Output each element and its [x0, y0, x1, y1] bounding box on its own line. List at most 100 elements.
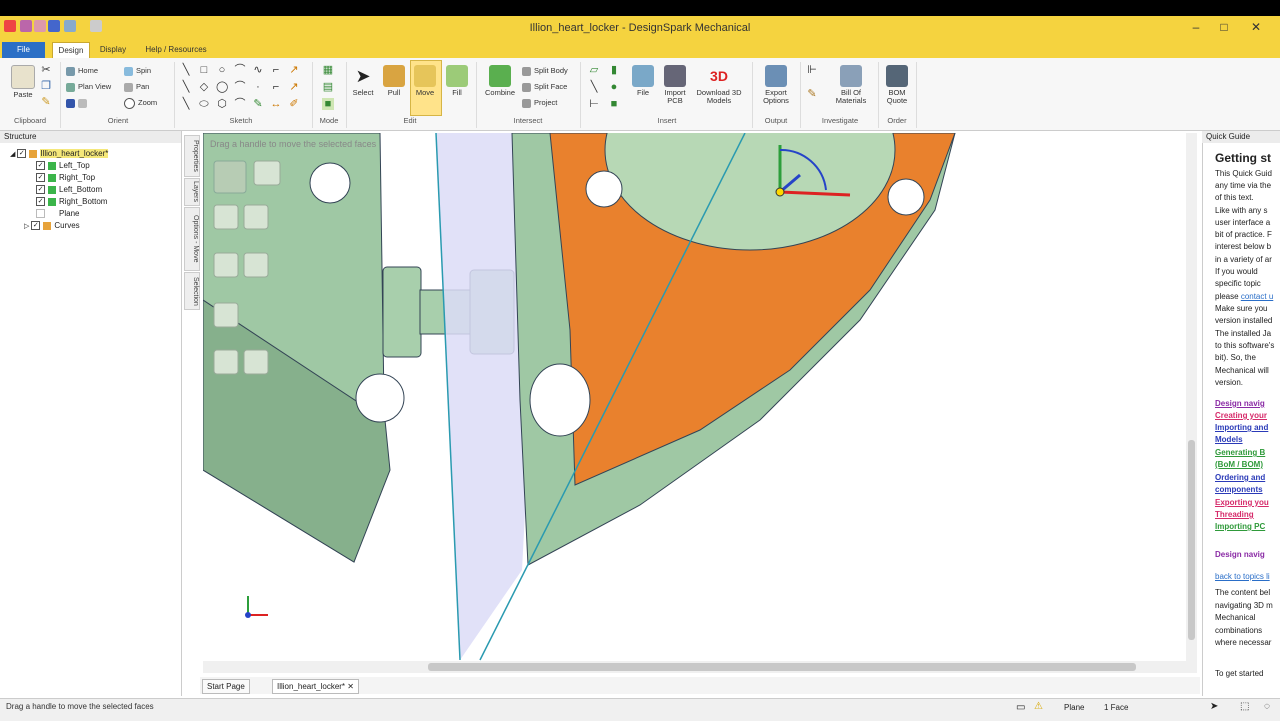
- link-bom[interactable]: (BoM / BOM): [1215, 459, 1263, 471]
- save-icon[interactable]: [48, 20, 60, 32]
- ruler-tool-icon[interactable]: [243, 204, 269, 230]
- ellipse-tool-icon[interactable]: ⬭: [198, 98, 210, 110]
- doc-tab-start-page[interactable]: Start Page: [202, 679, 250, 694]
- plane-insert-icon[interactable]: ▱: [588, 64, 600, 76]
- pull-button[interactable]: Pull: [379, 63, 409, 113]
- arc-tool-icon[interactable]: ⌒: [234, 64, 246, 76]
- lasso-select-icon[interactable]: ◌: [1264, 701, 1270, 712]
- line-tool-icon[interactable]: ╲: [180, 64, 192, 76]
- circle-tool-icon[interactable]: ○: [216, 64, 228, 76]
- checkbox-right-bottom[interactable]: ✓: [36, 197, 45, 207]
- link-importing-pcb[interactable]: Importing PC: [1215, 521, 1265, 533]
- tree-item-right-top[interactable]: ✓ Right_Top: [36, 172, 95, 184]
- pin-head-left[interactable]: [382, 266, 422, 358]
- side-tab-options-move[interactable]: Options - Move: [184, 207, 200, 271]
- selection-mode-icon[interactable]: ➤: [1210, 701, 1218, 712]
- sphere-insert-icon[interactable]: ●: [608, 81, 620, 93]
- box-insert-icon[interactable]: ■: [608, 98, 620, 110]
- three-point-circle-icon[interactable]: ◯: [216, 81, 228, 93]
- bom-quote-button[interactable]: BOM Quote: [880, 63, 914, 113]
- spin-button[interactable]: Spin: [124, 65, 151, 77]
- zoom-button[interactable]: Zoom: [124, 97, 157, 109]
- tab-design[interactable]: Design: [52, 42, 90, 59]
- 3d-mode-icon[interactable]: ■: [322, 98, 334, 110]
- home-button[interactable]: Home: [66, 65, 98, 77]
- up-to-tool-icon[interactable]: [213, 252, 239, 278]
- view-cube-button[interactable]: [66, 97, 90, 109]
- axis-insert-icon[interactable]: ╲: [588, 81, 600, 93]
- 3d-viewport[interactable]: [203, 133, 1185, 661]
- tree-item-left-bottom[interactable]: ✓ Left_Bottom: [36, 184, 102, 196]
- bend-tool-icon[interactable]: ↗: [288, 81, 300, 93]
- tree-item-right-bottom[interactable]: ✓ Right_Bottom: [36, 196, 107, 208]
- origin-insert-icon[interactable]: ⊢: [588, 98, 600, 110]
- tree-item-plane[interactable]: Plane: [36, 208, 79, 220]
- tree-root-checkbox[interactable]: ✓: [17, 149, 27, 159]
- insert-file-button[interactable]: File: [628, 63, 658, 113]
- side-tab-properties[interactable]: Properties: [184, 135, 200, 177]
- horizontal-scrollbar-thumb[interactable]: [428, 663, 1136, 671]
- select-tool-icon[interactable]: [213, 160, 247, 194]
- link-components[interactable]: components: [1215, 484, 1263, 496]
- format-painter-icon[interactable]: ✎: [40, 96, 52, 108]
- trim-tool-icon[interactable]: ↗: [288, 64, 300, 76]
- plan-view-button[interactable]: Plan View: [66, 81, 111, 93]
- link-models[interactable]: Models: [1215, 434, 1243, 446]
- checkbox-curves[interactable]: ✓: [31, 221, 41, 231]
- link-generating-bom[interactable]: Generating B: [1215, 447, 1265, 459]
- tab-help-resources[interactable]: Help / Resources: [140, 42, 212, 58]
- sweep-arc-icon[interactable]: ⌒: [234, 98, 246, 110]
- checkbox-left-top[interactable]: ✓: [36, 161, 45, 171]
- tab-file[interactable]: File: [2, 42, 45, 58]
- close-tab-icon[interactable]: ✕: [347, 682, 354, 691]
- cylinder-insert-icon[interactable]: ▮: [608, 64, 620, 76]
- box-select-icon[interactable]: ⬚: [1240, 701, 1249, 712]
- open-file-icon[interactable]: [34, 20, 46, 32]
- back-to-topics-link[interactable]: back to topics li: [1215, 571, 1270, 583]
- redo-icon[interactable]: [90, 20, 102, 32]
- status-plane[interactable]: Plane: [1064, 703, 1084, 712]
- side-tab-selection[interactable]: Selection: [184, 272, 200, 310]
- offset-curve-icon[interactable]: ⌐: [270, 81, 282, 93]
- paste-button[interactable]: Paste: [6, 63, 40, 113]
- project-curve-icon[interactable]: ✐: [288, 98, 300, 110]
- detach-tool-icon[interactable]: [243, 349, 269, 375]
- download-3d-models-button[interactable]: 3D Download 3D Models: [694, 63, 744, 113]
- spline-tool-icon[interactable]: ∿: [252, 64, 264, 76]
- maximize-button[interactable]: □: [1212, 18, 1236, 36]
- checkbox-left-bottom[interactable]: ✓: [36, 185, 45, 195]
- pivot-tool-icon[interactable]: [243, 252, 269, 278]
- project-button[interactable]: Project: [522, 97, 557, 109]
- point-tool-icon[interactable]: ·: [252, 81, 264, 93]
- status-selection-count[interactable]: 1 Face: [1104, 703, 1128, 712]
- measure-icon[interactable]: ⊩: [806, 64, 818, 76]
- contact-link[interactable]: contact u: [1241, 292, 1273, 301]
- minimize-button[interactable]: –: [1184, 18, 1208, 36]
- doc-tab-illion-heart-locker[interactable]: Illion_heart_locker* ✕: [272, 679, 359, 694]
- section-mode-icon[interactable]: ▤: [322, 81, 334, 93]
- split-face-button[interactable]: Split Face: [522, 81, 567, 93]
- construction-line-icon[interactable]: ╲: [180, 98, 192, 110]
- tangent-arc-icon[interactable]: ⌒: [234, 81, 246, 93]
- monitor-icon[interactable]: ▭: [1016, 702, 1025, 713]
- axis-tool-icon[interactable]: [213, 204, 239, 230]
- sketch-mode-icon[interactable]: ▦: [322, 64, 334, 76]
- tree-item-left-top[interactable]: ✓ Left_Top: [36, 160, 90, 172]
- checkbox-plane[interactable]: [36, 209, 45, 219]
- split-line-icon[interactable]: ✎: [252, 98, 264, 110]
- close-button[interactable]: ✕: [1244, 18, 1268, 36]
- tangent-line-icon[interactable]: ╲: [180, 81, 192, 93]
- tab-display[interactable]: Display: [96, 42, 130, 58]
- link-importing[interactable]: Importing and: [1215, 422, 1268, 434]
- new-file-icon[interactable]: [20, 20, 32, 32]
- link-ordering[interactable]: Ordering and: [1215, 472, 1265, 484]
- link-design-navigation[interactable]: Design navig: [1215, 398, 1265, 410]
- export-options-button[interactable]: Export Options: [756, 63, 796, 113]
- tree-item-curves[interactable]: ▷ ✓ Curves: [24, 220, 80, 233]
- link-exporting[interactable]: Exporting you: [1215, 497, 1269, 509]
- anchor-tool-icon[interactable]: [253, 160, 281, 186]
- warning-icon[interactable]: ⚠: [1034, 701, 1043, 712]
- undo-icon[interactable]: [64, 20, 76, 32]
- fill-button[interactable]: Fill: [442, 63, 472, 113]
- dimension-tool-icon[interactable]: [213, 302, 239, 328]
